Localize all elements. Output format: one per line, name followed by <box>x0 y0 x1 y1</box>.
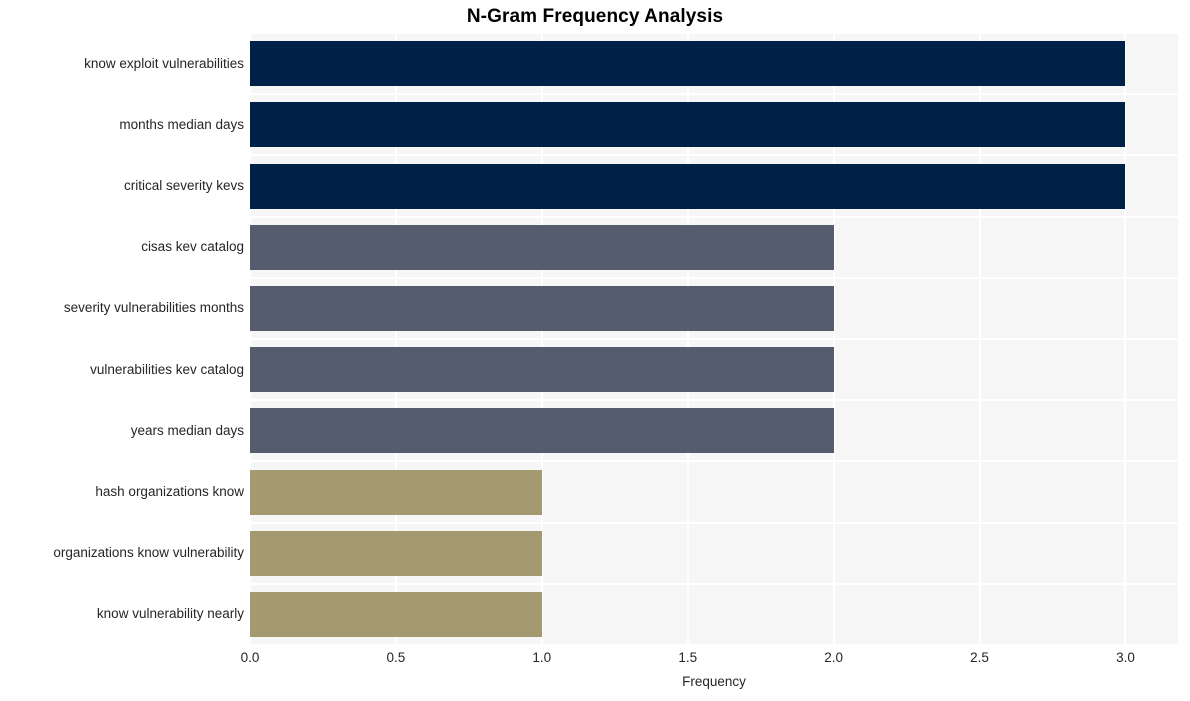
gridline-horizontal <box>250 93 1178 96</box>
gridline-horizontal <box>250 276 1178 279</box>
y-tick-label: months median days <box>119 116 244 132</box>
bar <box>250 163 1126 209</box>
bar <box>250 530 542 576</box>
bar <box>250 347 834 393</box>
bar <box>250 102 1126 148</box>
y-tick-label: cisas kev catalog <box>141 239 244 255</box>
bar <box>250 41 1126 87</box>
plot-area <box>250 33 1178 645</box>
x-tick-label: 3.0 <box>1116 650 1135 665</box>
bar <box>250 469 542 515</box>
bar <box>250 408 834 454</box>
gridline-horizontal <box>250 460 1178 463</box>
x-tick-label: 1.0 <box>532 650 552 665</box>
x-axis-tick-labels: 0.0 0.5 1.0 1.5 2.0 2.5 3.0 <box>241 645 1178 671</box>
x-tick-label: 0.0 <box>240 650 260 665</box>
x-tick-label: 1.5 <box>678 650 698 665</box>
x-axis-title: Frequency <box>682 674 746 689</box>
bar <box>250 591 542 637</box>
y-tick-label: know exploit vulnerabilities <box>84 55 244 71</box>
x-tick-label: 0.5 <box>386 650 406 665</box>
y-tick-label: severity vulnerabilities months <box>63 300 244 316</box>
y-tick-label: hash organizations know <box>95 484 244 499</box>
y-axis-tick-labels: know exploit vulnerabilities months media… <box>0 33 244 645</box>
y-tick-label: organizations know vulnerability <box>53 545 244 561</box>
bar <box>250 224 834 270</box>
x-tick-label: 2.0 <box>824 650 844 665</box>
gridline-horizontal <box>250 33 1178 34</box>
gridline-horizontal <box>250 399 1178 402</box>
gridline-horizontal <box>250 215 1178 218</box>
y-tick-label: years median days <box>130 422 244 438</box>
bar <box>250 285 834 331</box>
gridline-horizontal <box>250 582 1178 585</box>
y-tick-label: know vulnerability nearly <box>96 606 244 622</box>
y-tick-label: vulnerabilities kev catalog <box>90 361 244 377</box>
gridline-horizontal <box>250 338 1178 340</box>
chart-title: N-Gram Frequency Analysis <box>466 6 724 27</box>
chart-figure: N-Gram Frequency Analysis know exploit v… <box>0 0 1190 701</box>
y-tick-label: critical severity kevs <box>123 178 244 193</box>
gridline-horizontal <box>250 154 1178 157</box>
gridline-horizontal <box>250 521 1178 524</box>
x-tick-label: 2.5 <box>970 650 989 665</box>
